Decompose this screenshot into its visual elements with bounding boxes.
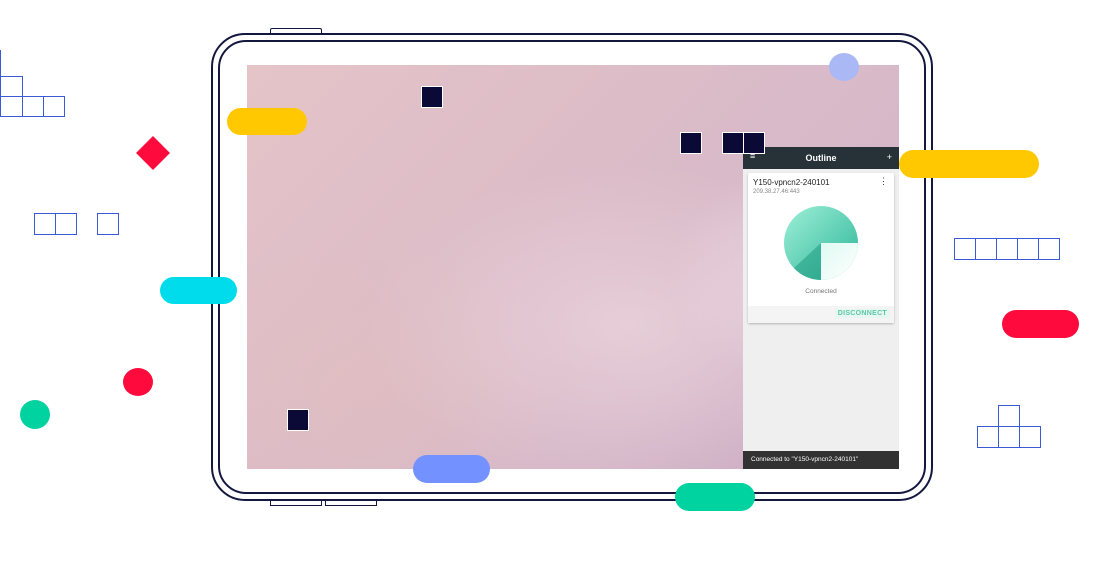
app-title: Outline	[805, 153, 837, 163]
decor-red-diamond	[136, 136, 170, 170]
server-card: Y150-vpncn2-240101 209.38.27.46:443 ⋮ Co…	[748, 173, 894, 323]
add-server-icon[interactable]: +	[887, 152, 892, 162]
decor-cyan-pill	[160, 277, 237, 304]
connection-status-icon	[784, 206, 858, 280]
snackbar: Connected to "Y150-vpncn2-240101"	[743, 451, 899, 469]
outline-app-window: ≡ Outline + Y150-vpncn2-240101 209.38.27…	[743, 147, 899, 469]
app-bar: ≡ Outline +	[743, 147, 899, 169]
decor-yellow-pill-left	[227, 108, 307, 135]
decor-grid-bottom-right	[977, 405, 1047, 449]
decor-red-circle	[123, 368, 153, 396]
decor-navy-square	[287, 409, 309, 431]
card-footer: DISCONNECT	[748, 306, 894, 323]
decor-grid-right	[954, 238, 1064, 262]
decor-grid-top-left	[0, 50, 70, 120]
connection-status-label: Connected	[805, 288, 837, 295]
decor-grid-left	[34, 213, 124, 237]
decor-green-pill	[675, 483, 755, 511]
decor-navy-square	[743, 132, 765, 154]
disconnect-button[interactable]: DISCONNECT	[834, 309, 890, 318]
decor-blue-pill	[413, 455, 490, 483]
decor-navy-square	[421, 86, 443, 108]
server-address: 209.38.27.46:443	[753, 189, 800, 195]
decor-navy-square	[722, 132, 744, 154]
decor-lavender-circle	[829, 53, 859, 81]
decor-yellow-pill-right	[899, 150, 1039, 178]
decor-green-circle	[20, 400, 50, 429]
decor-red-pill	[1002, 310, 1079, 338]
decor-navy-square	[680, 132, 702, 154]
server-name: Y150-vpncn2-240101	[753, 178, 830, 187]
more-options-icon[interactable]: ⋮	[879, 177, 888, 186]
